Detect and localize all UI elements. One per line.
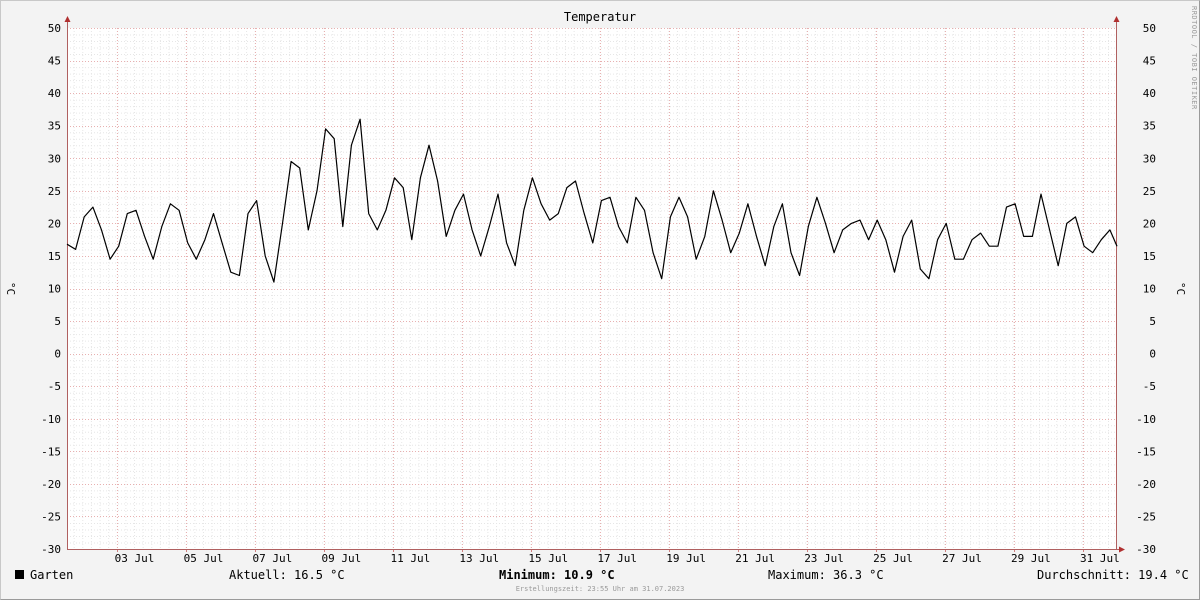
y-tick-label-left: 40 (48, 87, 61, 100)
chart-canvas: 03 Jul 05 Jul 07 Jul 09 Jul 11 Jul 13 Jul 15 J… (41, 16, 1156, 565)
y-tick-label-right: 20 (1143, 217, 1156, 230)
stat-minimum-label: Minimum: (499, 568, 557, 582)
y-tick-label-left: 50 (48, 22, 61, 35)
y-tick-label-right: -25 (1136, 510, 1156, 523)
x-tick-label: 23 Jul (804, 552, 844, 565)
y-tick-label-left: -30 (41, 543, 61, 556)
y-tick-label-left: -25 (41, 510, 61, 523)
x-tick-label: 15 Jul (528, 552, 568, 565)
y-tick-label-right: 10 (1143, 283, 1156, 296)
y-tick-label-left: -20 (41, 478, 61, 491)
x-tick-label: 03 Jul (115, 552, 155, 565)
y-tick-label-right: -15 (1136, 445, 1156, 458)
stat-maximum: Maximum: 36.3 °C (768, 568, 884, 582)
y-tick-label-right: 25 (1143, 185, 1156, 198)
stat-minimum-value: 10.9 °C (564, 568, 615, 582)
y-axis-arrow-left (64, 16, 71, 22)
y-tick-label-right: 50 (1143, 22, 1156, 35)
x-tick-label: 05 Jul (184, 552, 224, 565)
y-tick-label-right: -30 (1136, 543, 1156, 556)
x-tick-label: 31 Jul (1080, 552, 1120, 565)
x-tick-label: 29 Jul (1011, 552, 1051, 565)
y-axis-label-right: °C (1174, 281, 1188, 296)
stat-average-label: Durchschnitt: (1037, 568, 1131, 582)
y-tick-label-left: 25 (48, 185, 61, 198)
x-tick-label: 09 Jul (322, 552, 362, 565)
y-tick-label-right: -10 (1136, 413, 1156, 426)
x-tick-label: 07 Jul (253, 552, 293, 565)
stat-current-value: 16.5 °C (294, 568, 345, 582)
y-tick-label-left: 20 (48, 217, 61, 230)
stat-maximum-label: Maximum: (768, 568, 826, 582)
creation-timestamp: Erstellungszeit: 23:55 Uhr am 31.07.2023 (515, 585, 685, 593)
y-axis-arrow-right (1113, 16, 1120, 22)
x-tick-label: 17 Jul (597, 552, 637, 565)
x-tick-label: 19 Jul (666, 552, 706, 565)
x-tick-label: 11 Jul (390, 552, 430, 565)
x-tick-label: 25 Jul (873, 552, 913, 565)
y-tick-label-left: 30 (48, 152, 61, 165)
stat-minimum: Minimum: 10.9 °C (499, 568, 615, 582)
y-tick-label-left: -15 (41, 445, 61, 458)
y-tick-label-left: -5 (48, 380, 61, 393)
y-tick-label-left: 15 (48, 250, 61, 263)
stat-current-label: Aktuell: (229, 568, 287, 582)
y-tick-label-right: -5 (1143, 380, 1156, 393)
y-tick-label-left: 45 (48, 55, 61, 68)
stat-maximum-value: 36.3 °C (833, 568, 884, 582)
y-tick-label-right: 0 (1149, 348, 1156, 361)
y-tick-label-right: 45 (1143, 55, 1156, 68)
x-tick-label: 21 Jul (735, 552, 775, 565)
y-tick-label-right: 35 (1143, 120, 1156, 133)
y-tick-label-left: -10 (41, 413, 61, 426)
y-tick-label-right: 15 (1143, 250, 1156, 263)
y-tick-label-right: -20 (1136, 478, 1156, 491)
y-tick-label-left: 10 (48, 283, 61, 296)
stat-average: Durchschnitt: 19.4 °C (1037, 568, 1189, 582)
x-tick-label: 27 Jul (942, 552, 982, 565)
y-tick-label-left: 35 (48, 120, 61, 133)
legend-swatch-garten (15, 570, 24, 579)
y-axis-label-left: °C (4, 281, 18, 296)
legend-label-garten: Garten (30, 568, 74, 582)
y-tick-label-right: 40 (1143, 87, 1156, 100)
y-tick-label-left: 0 (54, 348, 61, 361)
y-tick-label-left: 5 (54, 315, 61, 328)
x-axis-arrow (1119, 546, 1125, 553)
x-tick-label: 13 Jul (459, 552, 499, 565)
y-tick-label-right: 5 (1149, 315, 1156, 328)
stat-current: Aktuell: 16.5 °C (229, 568, 345, 582)
stat-average-value: 19.4 °C (1138, 568, 1189, 582)
y-tick-label-right: 30 (1143, 152, 1156, 165)
